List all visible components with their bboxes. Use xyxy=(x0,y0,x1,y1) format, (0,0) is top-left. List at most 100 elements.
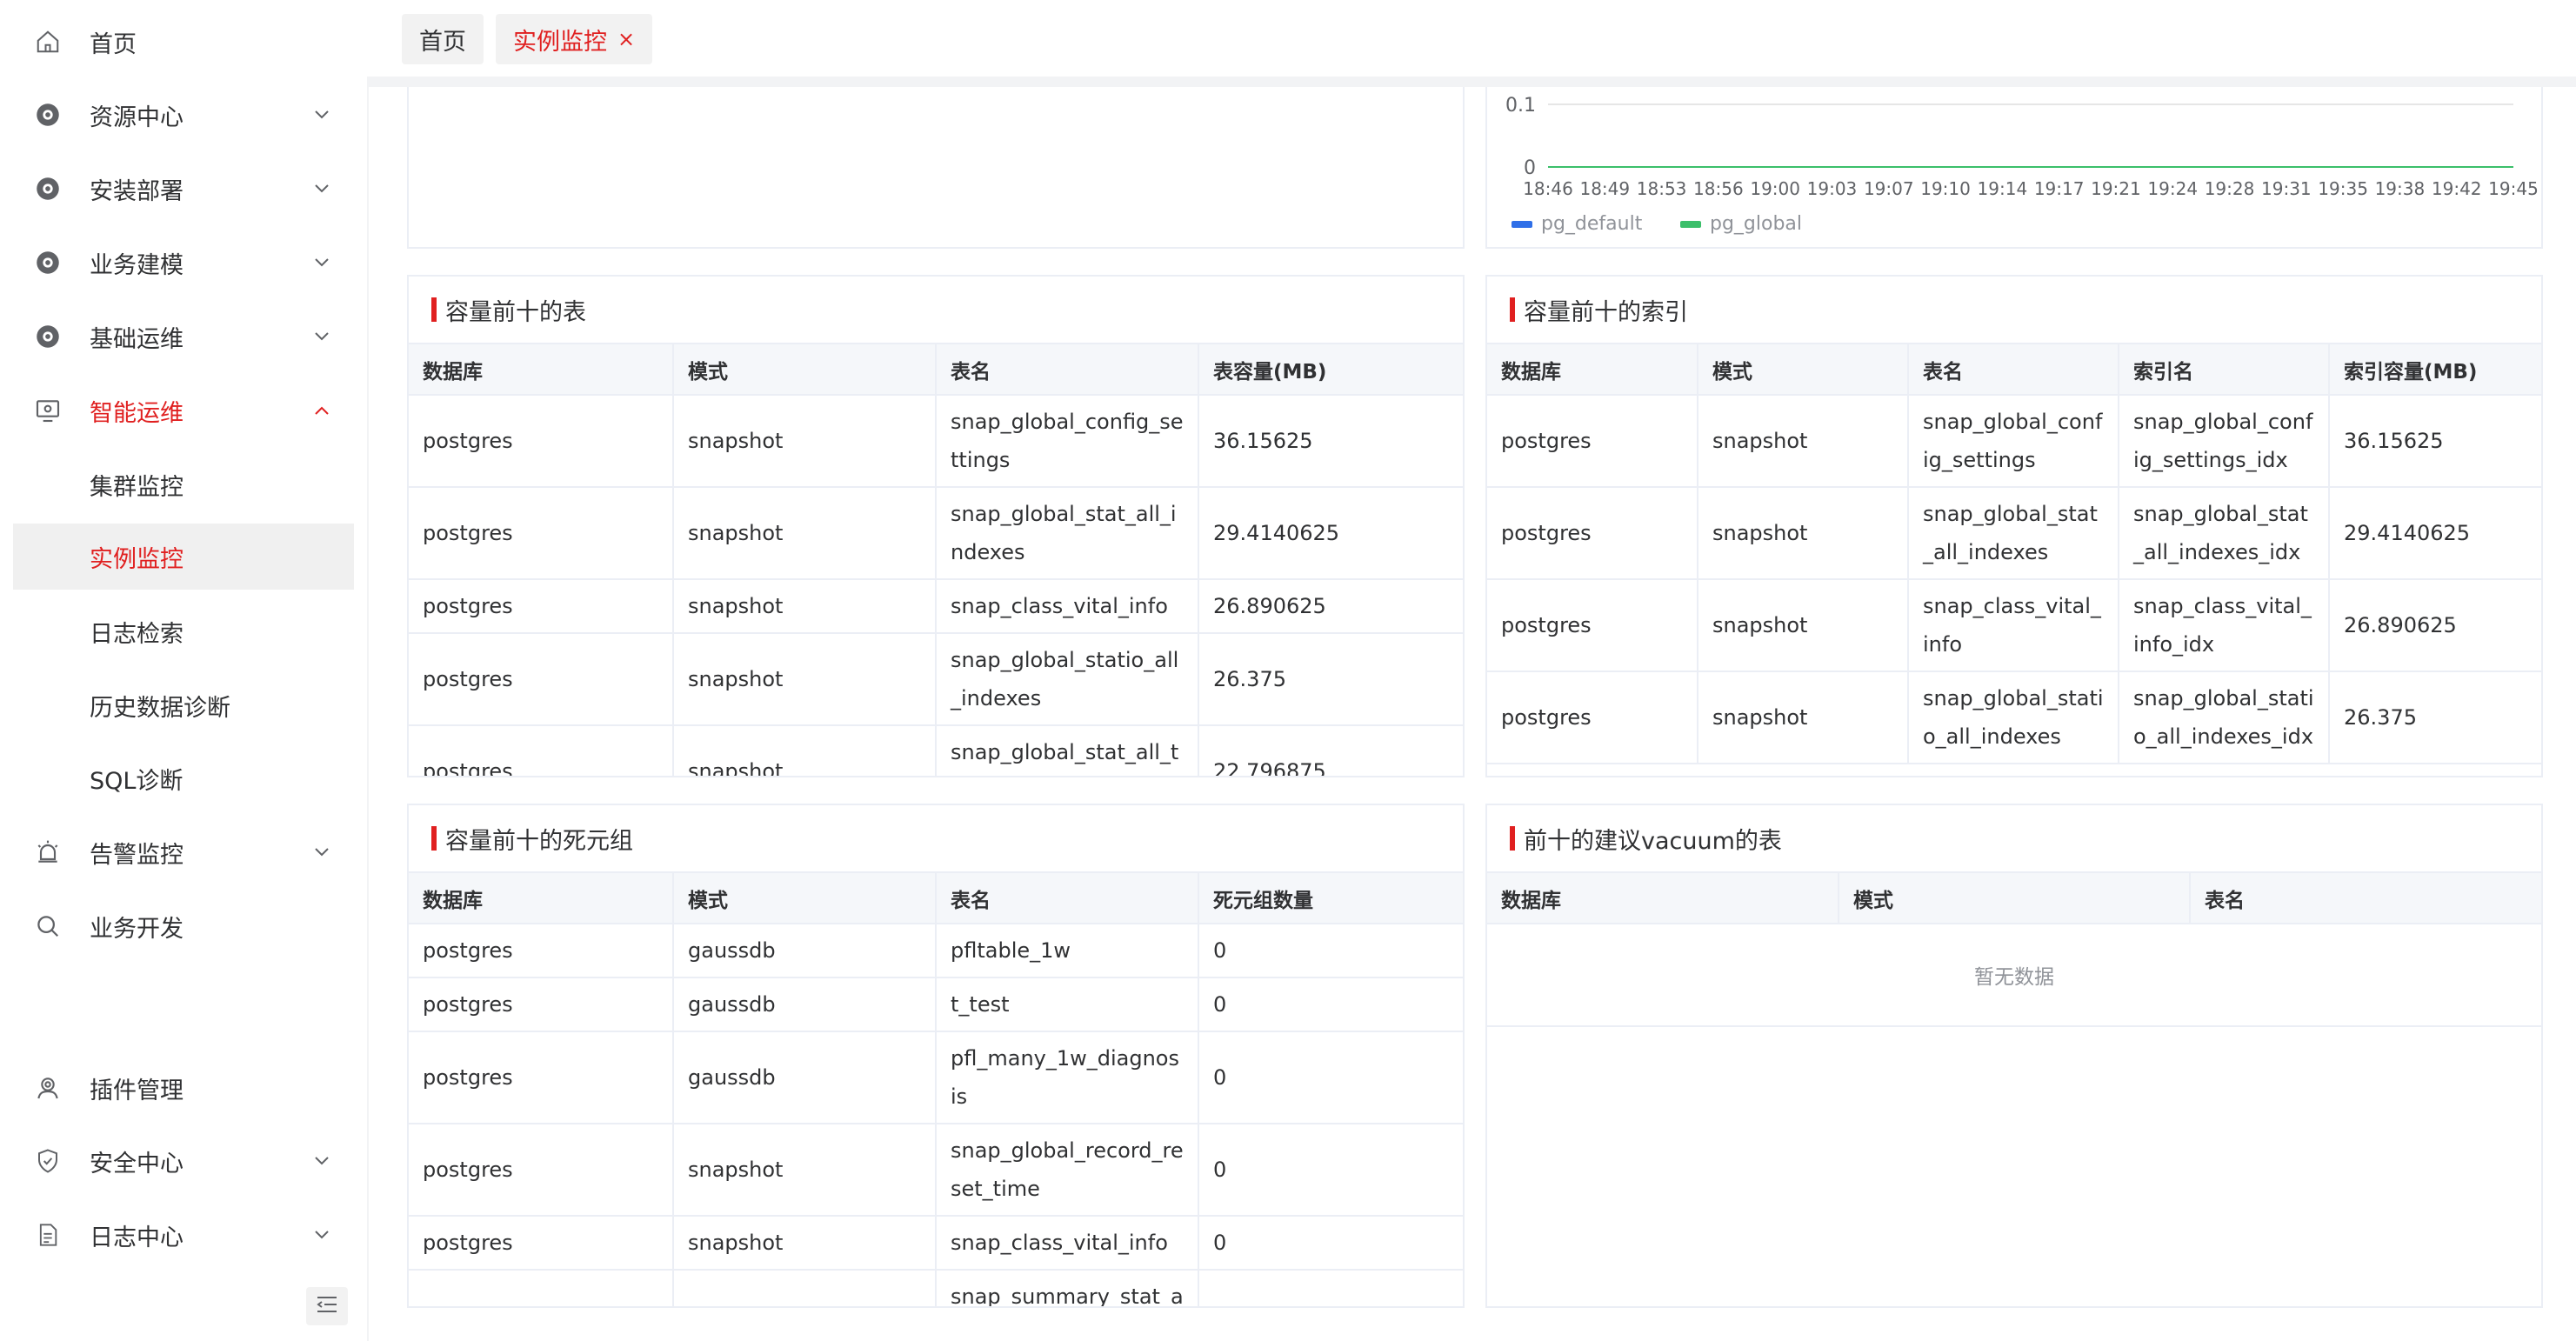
sidebar-item-business-modeling[interactable]: 业务建模 xyxy=(13,230,354,296)
sidebar-item-label: SQL诊断 xyxy=(90,767,184,795)
x-tick-label: 19:24 xyxy=(2147,178,2198,199)
table-cell: snap_global_statio_all_indexes xyxy=(1908,671,2119,764)
tab-home[interactable]: 首页 xyxy=(402,14,484,64)
table-cell: snap_class_vital_info xyxy=(936,1216,1199,1271)
sidebar-item-home[interactable]: 首页 xyxy=(13,9,354,75)
collapse-sidebar-button[interactable] xyxy=(306,1287,348,1325)
x-tick-label: 19:14 xyxy=(1978,178,2028,199)
table-row[interactable]: postgres gaussdb t_test 0 xyxy=(409,977,1463,1032)
chevron-down-icon xyxy=(312,327,331,346)
x-tick-label: 18:56 xyxy=(1693,178,1744,199)
close-icon[interactable]: × xyxy=(617,27,635,51)
table-cell: snap_global_config_settings_idx xyxy=(2119,395,2330,488)
column-header[interactable]: 死元组数量 xyxy=(1198,873,1463,924)
main-content: 0.1 0 18:46 18:49 18:53 18:56 19:00 19:03 19:07 1… xyxy=(369,87,2576,1341)
table-cell: snap_class_vital_info xyxy=(936,579,1199,634)
table-cell: snapshot xyxy=(673,395,937,488)
empty-state-text: 暂无数据 xyxy=(1487,924,2541,1027)
sidebar-item-plugin-management[interactable]: 插件管理 xyxy=(13,1055,354,1121)
table-cell: snap_global_statio_all_indexes xyxy=(936,633,1199,726)
table-cell: t_test xyxy=(936,977,1199,1032)
column-header[interactable]: 索引名 xyxy=(2119,344,2330,396)
sidebar-item-label: 插件管理 xyxy=(90,1077,184,1104)
top-indexes-panel: 容量前十的索引 数据库 模式 表名 索引名 索引容量(MB) postgres … xyxy=(1485,275,2543,777)
column-header[interactable]: 表名 xyxy=(936,873,1199,924)
x-tick-label: 19:07 xyxy=(1864,178,1914,199)
column-header[interactable]: 表名 xyxy=(2190,873,2541,924)
column-header[interactable]: 索引容量(MB) xyxy=(2329,344,2541,396)
column-header[interactable]: 表名 xyxy=(936,344,1199,396)
column-header[interactable]: 模式 xyxy=(1839,873,2191,924)
title-accent-bar xyxy=(1510,826,1515,851)
sidebar-item-log-search[interactable]: 日志检索 xyxy=(13,598,354,664)
title-accent-bar xyxy=(431,826,437,851)
gear-icon xyxy=(32,321,63,352)
table-row[interactable]: postgres snapshot snap_global_record_res… xyxy=(409,1124,1463,1217)
sidebar-item-security-center[interactable]: 安全中心 xyxy=(13,1128,354,1194)
table-cell: snap_global_stat_all_indexes_idx xyxy=(2119,487,2330,580)
table-row[interactable]: postgres gaussdb pfltable_1w 0 xyxy=(409,924,1463,978)
table-row[interactable]: postgres snapshot snap_global_config_set… xyxy=(1487,395,2541,488)
table-row[interactable]: postgres snapshot snap_class_vital_info … xyxy=(409,1216,1463,1271)
column-header[interactable]: 数据库 xyxy=(409,873,674,924)
sidebar-item-label: 日志中心 xyxy=(90,1224,184,1251)
tab-instance-monitor[interactable]: 实例监控 × xyxy=(496,14,653,64)
table-cell: snapshot xyxy=(673,487,937,580)
table-cell: 29.4140625 xyxy=(1198,487,1463,580)
table-cell: snapshot xyxy=(1698,395,1909,488)
table-row[interactable]: postgres snapshot snap_global_stat_all_t… xyxy=(409,725,1463,776)
sidebar-item-cluster-monitor[interactable]: 集群监控 xyxy=(13,451,354,517)
table-row[interactable]: postgres snapshot snap_global_config_set… xyxy=(409,395,1463,488)
sidebar-item-intelligent-ops[interactable]: 智能运维 xyxy=(13,377,354,444)
table-cell: postgres xyxy=(1487,395,1698,488)
table-row[interactable]: postgres snapshot snap_global_statio_all… xyxy=(1487,671,2541,764)
table-row[interactable]: postgres snapshot snap_summary_stat_all_… xyxy=(409,1270,1463,1306)
sidebar-item-label: 集群监控 xyxy=(90,473,184,501)
table-row[interactable]: postgres snapshot snap_global_stat_all_i… xyxy=(1487,487,2541,580)
x-tick-label: 19:42 xyxy=(2432,178,2482,199)
table-cell: postgres xyxy=(409,1270,674,1306)
table-cell: snap_global_config_settings xyxy=(936,395,1199,488)
sidebar-item-history-diagnosis[interactable]: 历史数据诊断 xyxy=(13,672,354,738)
table-row[interactable]: postgres snapshot snap_class_vital_info … xyxy=(1487,579,2541,672)
table-row[interactable]: postgres snapshot snap_global_stat_all_i… xyxy=(409,487,1463,580)
column-header[interactable]: 数据库 xyxy=(1487,873,1839,924)
table-cell: snap_global_record_reset_time xyxy=(936,1124,1199,1217)
sidebar-item-install-deploy[interactable]: 安装部署 xyxy=(13,156,354,222)
table-cell: postgres xyxy=(409,977,674,1032)
sidebar-item-label: 安装部署 xyxy=(90,177,184,205)
column-header[interactable]: 模式 xyxy=(673,344,937,396)
sidebar-item-alarm-monitor[interactable]: 告警监控 xyxy=(13,819,354,885)
table-cell: postgres xyxy=(1487,671,1698,764)
table-row[interactable]: postgres gaussdb pfl_many_1w_diagnosis 0 xyxy=(409,1031,1463,1124)
table-row[interactable]: postgres snapshot snap_global_statio_all… xyxy=(409,633,1463,726)
column-header[interactable]: 模式 xyxy=(673,873,937,924)
column-header[interactable]: 数据库 xyxy=(1487,344,1698,396)
sidebar-item-label: 业务建模 xyxy=(90,251,184,279)
column-header[interactable]: 表容量(MB) xyxy=(1198,344,1463,396)
table-cell: postgres xyxy=(409,579,674,634)
column-header[interactable]: 表名 xyxy=(1908,344,2119,396)
sidebar-item-basic-ops[interactable]: 基础运维 xyxy=(13,304,354,370)
panel-title: 容量前十的索引 xyxy=(1487,277,2541,344)
table-cell: postgres xyxy=(409,1031,674,1124)
table-row[interactable]: postgres snapshot snap_class_vital_info … xyxy=(409,579,1463,634)
sidebar-item-sql-diagnosis[interactable]: SQL诊断 xyxy=(13,745,354,811)
x-tick-label: 19:35 xyxy=(2318,178,2368,199)
panel-title-text: 容量前十的死元组 xyxy=(445,827,633,855)
sidebar-item-log-center[interactable]: 日志中心 xyxy=(13,1202,354,1268)
table-cell: 0 xyxy=(1198,924,1463,978)
column-header[interactable]: 数据库 xyxy=(409,344,674,396)
sidebar-item-label: 安全中心 xyxy=(90,1150,184,1178)
chevron-down-icon xyxy=(312,179,331,198)
panel-title: 容量前十的表 xyxy=(409,277,1463,344)
x-tick-label: 19:03 xyxy=(1807,178,1858,199)
plugin-icon xyxy=(32,1072,63,1104)
sidebar-item-instance-monitor[interactable]: 实例监控 xyxy=(13,524,354,590)
sidebar-item-business-dev[interactable]: 业务开发 xyxy=(13,893,354,959)
table-cell: snap_global_statio_all_indexes_idx xyxy=(2119,671,2330,764)
chevron-down-icon xyxy=(312,843,331,862)
sidebar: 首页 资源中心 安装部署 业务建模 基础运维 智能运维 集群监控 实例监控 日志… xyxy=(0,0,367,1341)
column-header[interactable]: 模式 xyxy=(1698,344,1909,396)
sidebar-item-resource-center[interactable]: 资源中心 xyxy=(13,82,354,148)
